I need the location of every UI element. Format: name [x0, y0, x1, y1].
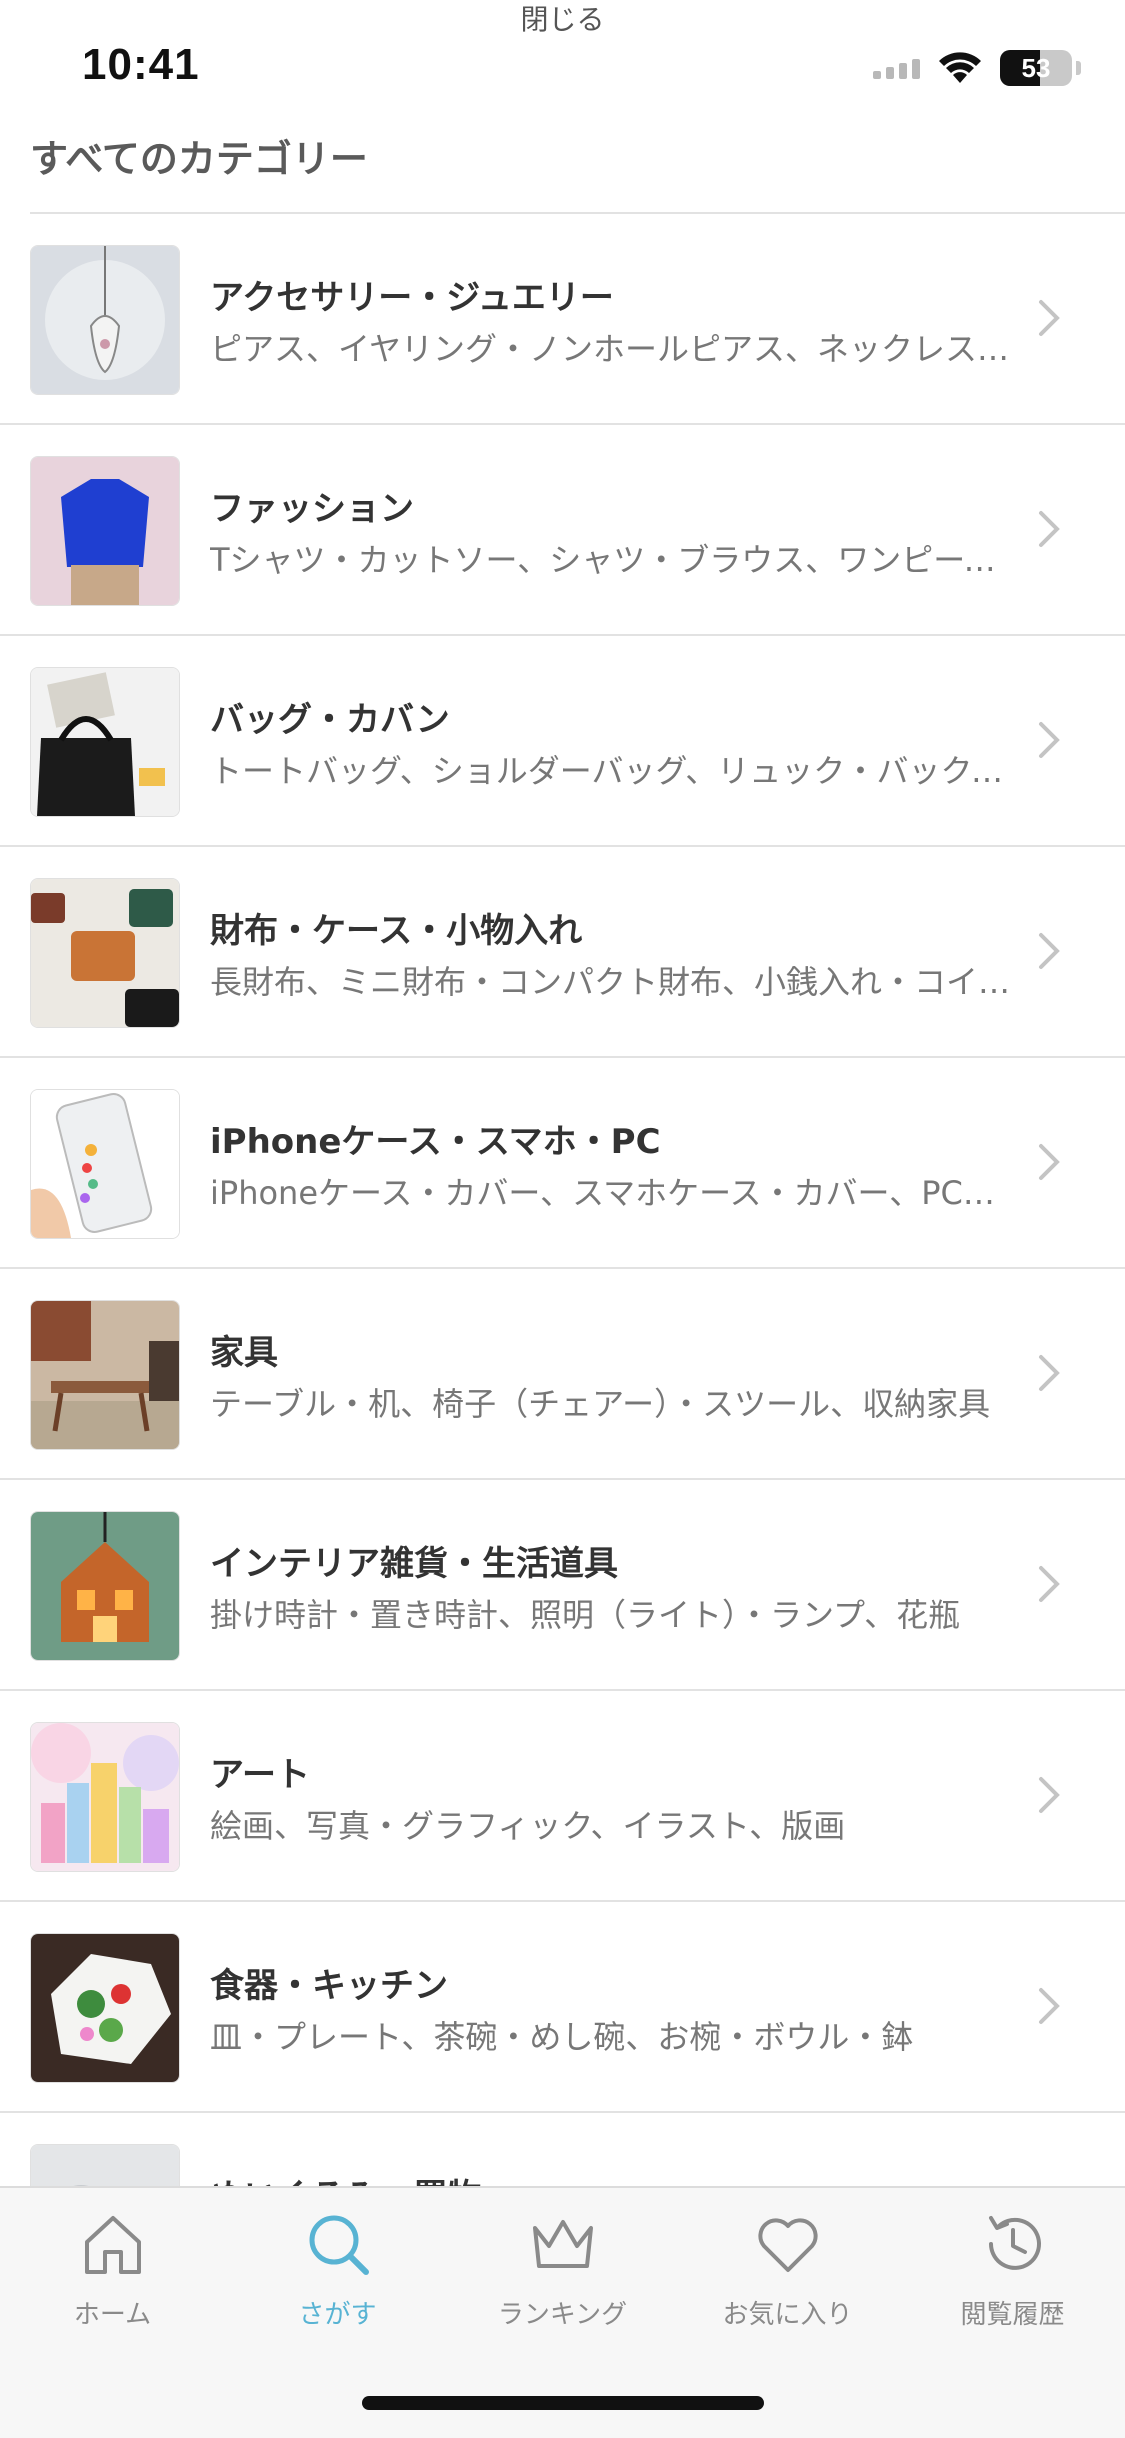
category-thumbnail	[30, 1933, 180, 2083]
category-subtitle: Tシャツ・カットソー、シャツ・ブラウス、ワンピース・チュニック	[210, 541, 1020, 579]
heart-icon	[757, 2218, 818, 2272]
category-thumbnail	[30, 245, 180, 395]
tab-label: 閲覧履歴	[960, 2300, 1065, 2330]
category-thumbnail	[30, 878, 180, 1028]
tab-favorites[interactable]: お気に入り	[675, 2208, 900, 2331]
category-subtitle: 皿・プレート、茶碗・めし碗、お椀・ボウル・鉢	[210, 2018, 914, 2056]
tab-ranking[interactable]: ランキング	[450, 2208, 675, 2331]
category-row-fashion[interactable]: ファッション Tシャツ・カットソー、シャツ・ブラウス、ワンピース・チュニック	[0, 425, 1125, 636]
history-icon	[988, 2216, 1041, 2270]
category-subtitle: トートバッグ、ショルダーバッグ、リュック・バックパック	[210, 752, 1020, 790]
category-title: iPhoneケース・スマホ・PC	[210, 1122, 661, 1162]
tab-label: さがす	[298, 2300, 377, 2330]
tab-label: ランキング	[497, 2300, 628, 2330]
category-subtitle: テーブル・机、椅子（チェアー）・スツール、収納家具	[210, 1385, 991, 1423]
category-thumbnail	[30, 667, 180, 817]
tab-history[interactable]: 閲覧履歴	[900, 2208, 1125, 2331]
chevron-right-icon	[1039, 933, 1060, 969]
category-row-furniture[interactable]: 家具 テーブル・机、椅子（チェアー）・スツール、収納家具	[0, 1269, 1125, 1480]
category-subtitle: iPhoneケース・カバー、スマホケース・カバー、PCケース	[210, 1174, 1020, 1212]
chevron-right-icon	[1039, 511, 1060, 547]
category-thumbnail	[30, 456, 180, 606]
chevron-right-icon	[1039, 1355, 1060, 1391]
category-title: 家具	[210, 1333, 278, 1373]
page-title: すべてのカテゴリー	[30, 137, 368, 181]
tab-label: お気に入り	[722, 2300, 853, 2330]
category-thumbnail	[30, 1722, 180, 1872]
status-icons: 53	[873, 48, 1081, 88]
category-row-art[interactable]: アート 絵画、写真・グラフィック、イラスト、版画	[0, 1691, 1125, 1902]
chevron-right-icon	[1039, 1144, 1060, 1180]
category-title: 食器・キッチン	[210, 1966, 448, 2006]
category-row-bags[interactable]: バッグ・カバン トートバッグ、ショルダーバッグ、リュック・バックパック	[0, 636, 1125, 847]
category-title: アート	[210, 1755, 310, 1795]
chevron-right-icon	[1039, 300, 1060, 336]
category-row-interior[interactable]: インテリア雑貨・生活道具 掛け時計・置き時計、照明（ライト）・ランプ、花瓶	[0, 1480, 1125, 1691]
wifi-icon	[939, 52, 981, 83]
category-title: アクセサリー・ジュエリー	[210, 278, 614, 318]
chevron-right-icon	[1039, 1566, 1060, 1602]
category-thumbnail	[30, 1511, 180, 1661]
signal-icon	[873, 57, 920, 79]
tab-label: ホーム	[73, 2300, 152, 2330]
category-row-kitchen[interactable]: 食器・キッチン 皿・プレート、茶碗・めし碗、お椀・ボウル・鉢	[0, 1902, 1125, 2113]
tab-home[interactable]: ホーム	[0, 2208, 225, 2331]
category-subtitle: ピアス、イヤリング・ノンホールピアス、ネックレス・ペンダント	[210, 330, 1020, 368]
chevron-right-icon	[1039, 722, 1060, 758]
category-title: インテリア雑貨・生活道具	[210, 1544, 618, 1584]
category-row-phone-cases[interactable]: iPhoneケース・スマホ・PC iPhoneケース・カバー、スマホケース・カバ…	[0, 1058, 1125, 1269]
category-list: アクセサリー・ジュエリー ピアス、イヤリング・ノンホールピアス、ネックレス・ペン…	[0, 214, 1125, 2324]
category-row-accessories[interactable]: アクセサリー・ジュエリー ピアス、イヤリング・ノンホールピアス、ネックレス・ペン…	[0, 214, 1125, 425]
category-title: 財布・ケース・小物入れ	[210, 911, 583, 951]
category-subtitle: 掛け時計・置き時計、照明（ライト）・ランプ、花瓶	[210, 1596, 961, 1634]
home-icon	[84, 2216, 141, 2274]
close-link[interactable]: 閉じる	[0, 0, 1125, 40]
crown-icon	[532, 2220, 593, 2268]
home-indicator[interactable]	[362, 2396, 764, 2410]
battery-icon: 53	[1000, 50, 1072, 86]
chevron-right-icon	[1039, 1777, 1060, 1813]
chevron-right-icon	[1039, 1988, 1060, 2024]
category-title: ファッション	[210, 489, 414, 529]
status-time: 10:41	[82, 40, 200, 89]
category-row-wallets[interactable]: 財布・ケース・小物入れ 長財布、ミニ財布・コンパクト財布、小銭入れ・コインケース	[0, 847, 1125, 1058]
category-title: バッグ・カバン	[210, 700, 450, 740]
category-subtitle: 絵画、写真・グラフィック、イラスト、版画	[210, 1807, 846, 1845]
category-thumbnail	[30, 1300, 180, 1450]
battery-level: 53	[1021, 52, 1051, 83]
category-subtitle: 長財布、ミニ財布・コンパクト財布、小銭入れ・コインケース	[210, 963, 1020, 1001]
tab-search[interactable]: さがす	[225, 2208, 450, 2331]
search-icon	[309, 2215, 369, 2275]
category-thumbnail	[30, 1089, 180, 1239]
